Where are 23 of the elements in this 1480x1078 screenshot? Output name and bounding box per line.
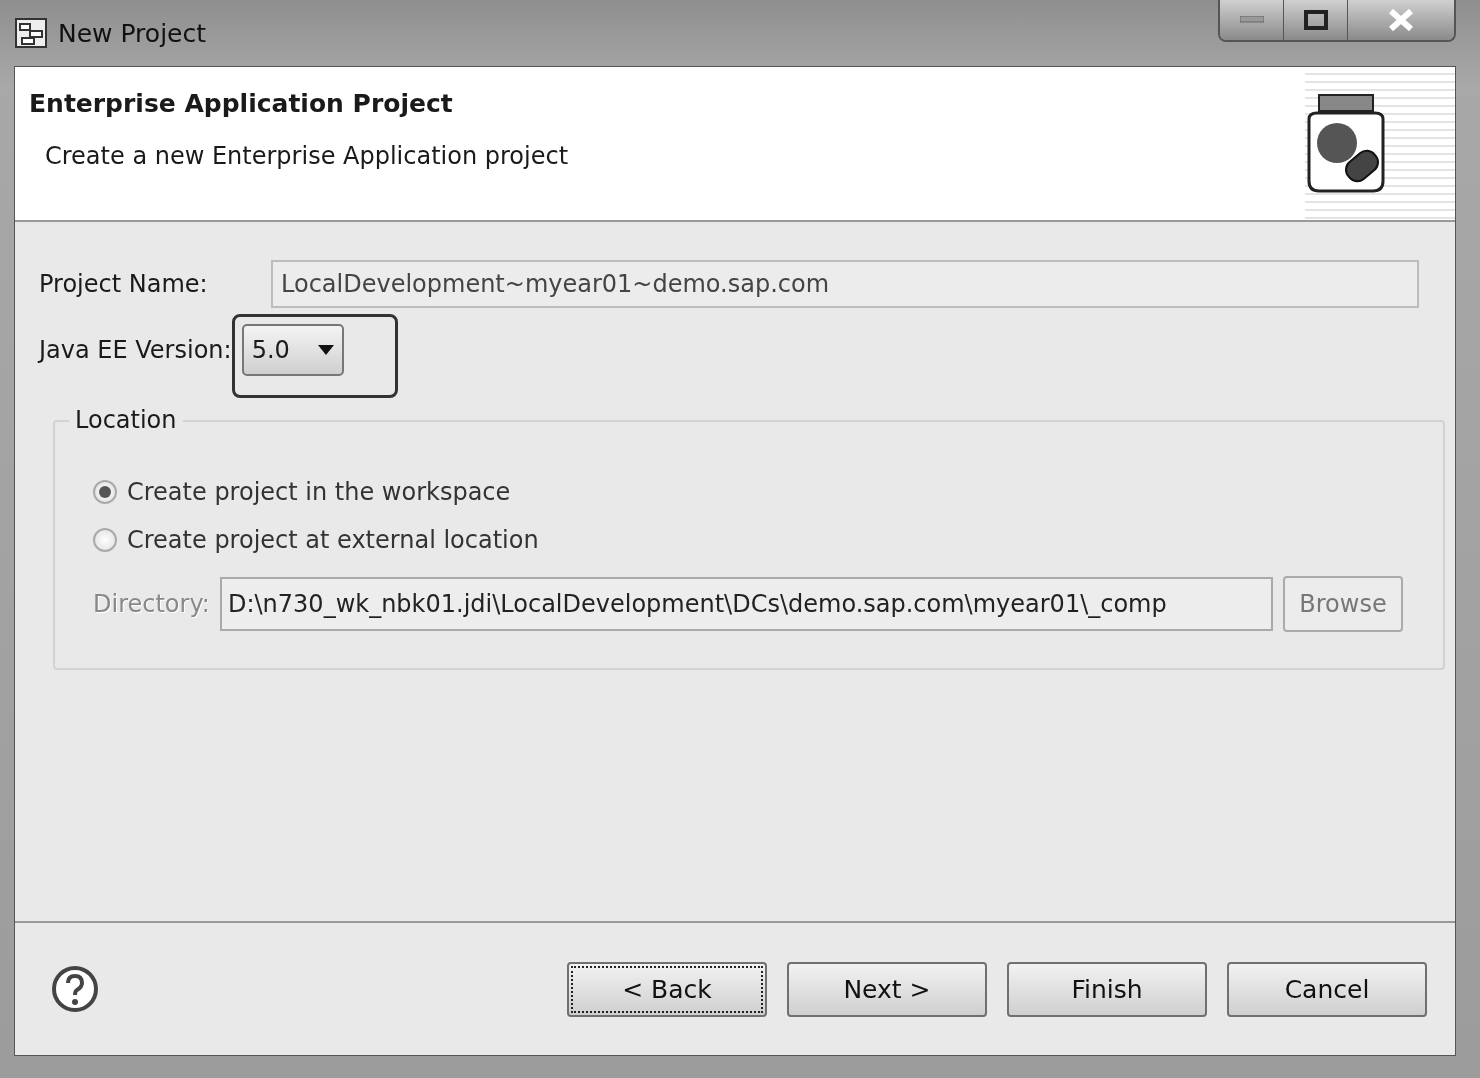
app-icon bbox=[14, 16, 48, 50]
page-description: Create a new Enterprise Application project bbox=[45, 142, 569, 170]
dialog-button[interactable]: Finish bbox=[1007, 961, 1207, 1017]
close-icon bbox=[1388, 9, 1414, 31]
dialog-button[interactable]: Next > bbox=[787, 961, 987, 1017]
dialog-button[interactable]: Cancel bbox=[1227, 961, 1427, 1017]
dialog-button[interactable]: < Back bbox=[567, 961, 767, 1017]
page-title: Enterprise Application Project bbox=[29, 89, 454, 118]
version-dropdown[interactable]: 5.0 bbox=[241, 324, 344, 376]
option-label[interactable]: Create project at external location bbox=[127, 526, 539, 554]
caret-icon bbox=[317, 345, 334, 355]
maximize-icon bbox=[1303, 10, 1328, 30]
radio-button[interactable] bbox=[93, 480, 117, 504]
project-name-field[interactable]: LocalDevelopment~myear01~demo.sap.com bbox=[271, 260, 1419, 308]
window-title: New Project bbox=[58, 18, 206, 48]
radio-button[interactable] bbox=[93, 528, 117, 552]
maximize-button[interactable] bbox=[1284, 0, 1348, 40]
field-label: Directory: bbox=[93, 590, 210, 618]
field-label: Java EE Version: bbox=[39, 336, 232, 364]
minimize-icon bbox=[1239, 16, 1264, 24]
option-label[interactable]: Create project in the workspace bbox=[127, 478, 511, 506]
field-label: Project Name: bbox=[39, 270, 209, 298]
help-icon[interactable] bbox=[51, 965, 99, 1013]
